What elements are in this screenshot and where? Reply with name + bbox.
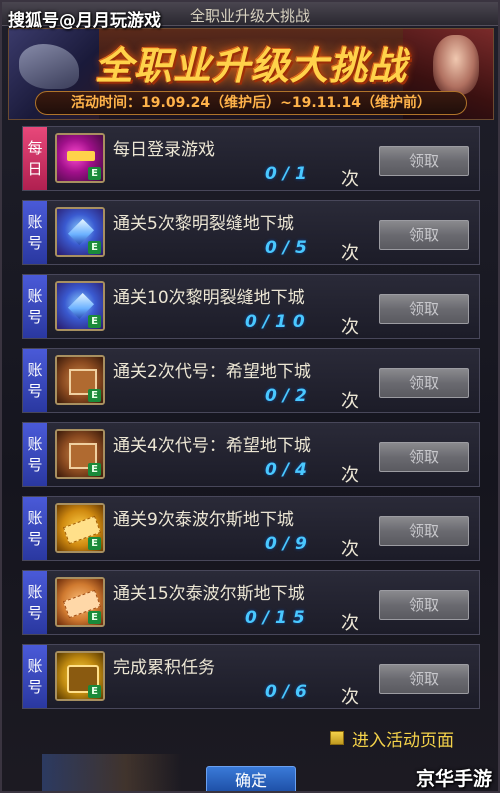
task-progress: 0/1 — [265, 164, 313, 184]
task-row: 账号 E 完成累积任务 0/6 次领取 — [22, 644, 480, 709]
checkbox-icon[interactable] — [330, 731, 344, 745]
orange-ticket-icon: E — [55, 577, 105, 627]
tag-char: 号 — [27, 455, 43, 474]
tag-char: 号 — [27, 381, 43, 400]
tag-char: 账 — [27, 286, 43, 305]
account-tag: 账号 — [23, 571, 47, 634]
task-row: 账号 E 通关5次黎明裂缝地下城 0/5 次领取 — [22, 200, 480, 265]
account-tag: 账号 — [23, 497, 47, 560]
task-label: 通关15次泰波尔斯地下城 — [113, 584, 305, 604]
task-list: 每日 E 每日登录游戏 0/1 次领取账号 E 通关5次黎明裂缝地下城 0/5 次领取账号 E 通关… — [22, 126, 480, 718]
task-progress: 0/10 — [245, 312, 311, 332]
event-time: 活动时间：19.09.24（维护后）~19.11.14（维护前） — [35, 91, 467, 115]
tag-char: 号 — [27, 307, 43, 326]
supply-box-icon: E — [55, 429, 105, 479]
task-row: 账号 E 通关10次黎明裂缝地下城 0/10 次领取 — [22, 274, 480, 339]
task-progress: 0/9 — [265, 534, 313, 554]
progress-unit: 次 — [341, 539, 359, 560]
task-progress: 0/5 — [265, 238, 313, 258]
account-tag: 账号 — [23, 645, 47, 708]
progress-unit: 次 — [341, 169, 359, 190]
progress-unit: 次 — [341, 613, 359, 634]
task-row: 账号 E 通关2次代号：希望地下城 0/2 次领取 — [22, 348, 480, 413]
task-progress: 0/4 — [265, 460, 313, 480]
confirm-button[interactable]: 确定 — [206, 766, 296, 791]
claim-button[interactable]: 领取 — [379, 664, 469, 694]
task-progress: 0/2 — [265, 386, 313, 406]
tag-char: 号 — [27, 529, 43, 548]
grade-badge-icon: E — [88, 463, 101, 476]
task-row: 账号 E 通关9次泰波尔斯地下城 0/9 次领取 — [22, 496, 480, 561]
event-window: 全职业升级大挑战 搜狐号@月月玩游戏 全职业升级大挑战 活动时间：19.09.2… — [0, 0, 500, 793]
task-label: 通关4次代号：希望地下城 — [113, 436, 311, 456]
blue-crystal-icon: E — [55, 281, 105, 331]
banner-title: 全职业升级大挑战 — [94, 44, 407, 88]
claim-button[interactable]: 领取 — [379, 516, 469, 546]
progress-unit: 次 — [341, 317, 359, 338]
tag-char: 账 — [27, 434, 43, 453]
tag-char: 每 — [27, 138, 43, 157]
claim-button[interactable]: 领取 — [379, 146, 469, 176]
task-row: 账号 E 通关4次代号：希望地下城 0/4 次领取 — [22, 422, 480, 487]
progress-unit: 次 — [341, 687, 359, 708]
treasure-chest-icon: E — [55, 651, 105, 701]
grade-badge-icon: E — [88, 611, 101, 624]
tag-char: 账 — [27, 582, 43, 601]
enter-event-page-label: 进入活动页面 — [352, 730, 454, 751]
gold-ticket-icon: E — [55, 503, 105, 553]
task-label: 通关5次黎明裂缝地下城 — [113, 214, 294, 234]
task-label: 通关10次黎明裂缝地下城 — [113, 288, 305, 308]
claim-button[interactable]: 领取 — [379, 368, 469, 398]
account-tag: 账号 — [23, 349, 47, 412]
task-progress: 0/15 — [245, 608, 311, 628]
watermark-top: 搜狐号@月月玩游戏 — [8, 11, 161, 31]
progress-unit: 次 — [341, 465, 359, 486]
tag-char: 账 — [27, 212, 43, 231]
claim-button[interactable]: 领取 — [379, 220, 469, 250]
tag-char: 日 — [27, 159, 43, 178]
bottom-decoration — [42, 754, 182, 791]
task-label: 完成累积任务 — [113, 658, 215, 678]
tag-char: 账 — [27, 508, 43, 527]
event-banner: 全职业升级大挑战 活动时间：19.09.24（维护后）~19.11.14（维护前… — [8, 28, 494, 120]
supply-box-icon: E — [55, 355, 105, 405]
account-tag: 账号 — [23, 201, 47, 264]
task-label: 通关9次泰波尔斯地下城 — [113, 510, 294, 530]
grade-badge-icon: E — [88, 389, 101, 402]
task-label: 每日登录游戏 — [113, 140, 215, 160]
enter-event-page-link[interactable]: 进入活动页面 — [330, 726, 454, 751]
tag-char: 号 — [27, 603, 43, 622]
login-reward-icon: E — [55, 133, 105, 183]
tag-char: 号 — [27, 677, 43, 696]
daily-tag: 每日 — [23, 127, 47, 190]
progress-unit: 次 — [341, 391, 359, 412]
blue-crystal-icon: E — [55, 207, 105, 257]
task-row: 账号 E 通关15次泰波尔斯地下城 0/15 次领取 — [22, 570, 480, 635]
progress-unit: 次 — [341, 243, 359, 264]
watermark-bottom: 京华手游 — [415, 768, 492, 790]
grade-badge-icon: E — [88, 685, 101, 698]
claim-button[interactable]: 领取 — [379, 442, 469, 472]
grade-badge-icon: E — [88, 167, 101, 180]
tag-char: 账 — [27, 656, 43, 675]
claim-button[interactable]: 领取 — [379, 294, 469, 324]
account-tag: 账号 — [23, 275, 47, 338]
task-label: 通关2次代号：希望地下城 — [113, 362, 311, 382]
task-row: 每日 E 每日登录游戏 0/1 次领取 — [22, 126, 480, 191]
grade-badge-icon: E — [88, 537, 101, 550]
task-progress: 0/6 — [265, 682, 313, 702]
grade-badge-icon: E — [88, 241, 101, 254]
account-tag: 账号 — [23, 423, 47, 486]
grade-badge-icon: E — [88, 315, 101, 328]
claim-button[interactable]: 领取 — [379, 590, 469, 620]
tag-char: 账 — [27, 360, 43, 379]
tag-char: 号 — [27, 233, 43, 252]
